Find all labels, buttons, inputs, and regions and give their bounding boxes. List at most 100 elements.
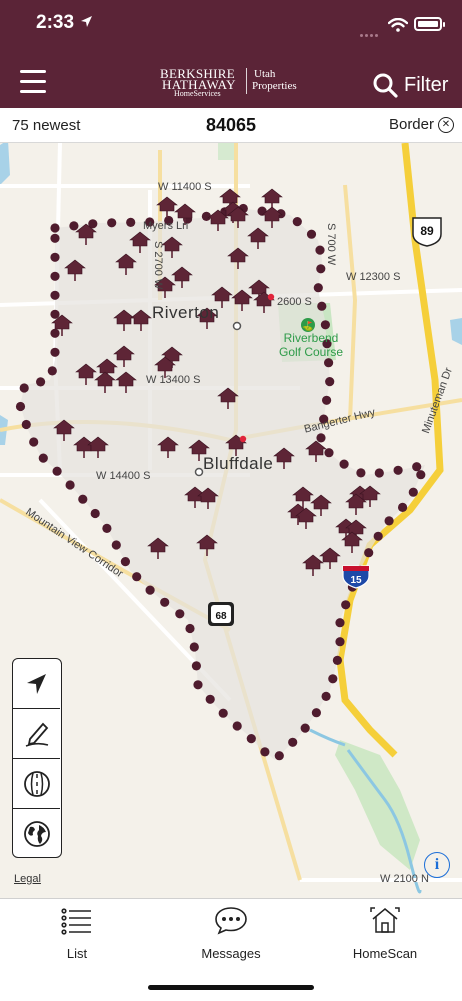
boundary-dot [341, 600, 351, 610]
listing-marker[interactable] [157, 436, 179, 458]
boundary-dot [52, 466, 62, 476]
app-header: 2:33 BERKSHIRE HATHAWAY HomeServices Uta… [0, 0, 462, 108]
boundary-dot [38, 453, 48, 463]
tab-list-label: List [66, 946, 88, 961]
boundary-dot [69, 221, 79, 231]
status-bar: 2:33 [0, 0, 462, 50]
listing-marker[interactable] [217, 387, 239, 409]
listing-marker[interactable] [247, 227, 269, 249]
listing-marker[interactable] [129, 231, 151, 253]
poi-label-golf-course: Riverbend Golf Course [278, 331, 344, 359]
menu-button[interactable] [20, 70, 46, 93]
listing-marker[interactable] [147, 537, 169, 559]
boundary-dot [50, 233, 60, 243]
boundary-dot [189, 642, 199, 652]
listing-marker[interactable] [231, 289, 253, 311]
listing-marker[interactable] [115, 253, 137, 275]
listing-marker[interactable] [53, 419, 75, 441]
map-view[interactable]: 89 15 68 ⛳ W 11400 S Myers Ln S 700 W S … [0, 143, 462, 898]
close-icon[interactable]: ✕ [438, 116, 454, 133]
listing-marker[interactable] [87, 436, 109, 458]
locate-button[interactable] [13, 659, 60, 709]
boundary-dot [102, 523, 112, 534]
boundary-dot [322, 395, 332, 405]
listing-marker[interactable] [302, 554, 324, 576]
listing-marker[interactable] [341, 531, 363, 553]
boundary-dot [373, 531, 383, 541]
house-scan-icon [370, 907, 400, 933]
listing-marker[interactable] [130, 309, 152, 331]
filter-button[interactable]: Filter [372, 70, 448, 100]
newest-count[interactable]: 75 newest [12, 117, 80, 134]
listing-marker[interactable] [64, 259, 86, 281]
boundary-dot [306, 229, 317, 239]
boundary-dot [316, 433, 326, 443]
brand-logo: BERKSHIRE HATHAWAY HomeServices Utah Pro… [160, 66, 297, 98]
listing-marker[interactable] [75, 363, 97, 385]
boundary-dot [21, 419, 31, 430]
boundary-dots [15, 203, 426, 761]
boundary-dot [50, 290, 60, 300]
tab-homescan[interactable]: HomeScan [325, 905, 445, 961]
locate-icon [26, 673, 46, 694]
boundary-dot [50, 309, 60, 319]
chat-bubble-icon [215, 907, 247, 935]
boundary-dot [175, 609, 185, 619]
tab-messages-label: Messages [201, 946, 261, 961]
boundary-dot [393, 465, 403, 475]
boundary-dot [107, 218, 117, 228]
globe-button[interactable] [13, 809, 60, 858]
svg-text:68: 68 [215, 611, 227, 622]
road-label-w2100n: W 2100 N [380, 873, 429, 885]
listing-marker[interactable] [115, 371, 137, 393]
boundary-dot [50, 328, 60, 338]
tab-messages[interactable]: Messages [171, 905, 291, 961]
listing-marker[interactable] [292, 486, 314, 508]
boundary-dot [50, 271, 60, 281]
map-style-icon [23, 770, 50, 797]
boundary-dot [15, 401, 26, 412]
listing-marker[interactable] [273, 447, 295, 469]
boundary-dot [90, 508, 100, 519]
boundary-dot [321, 691, 331, 702]
listing-marker[interactable] [197, 487, 219, 509]
listing-marker[interactable] [227, 247, 249, 269]
draw-button[interactable] [13, 709, 60, 759]
listing-marker[interactable] [196, 534, 218, 556]
boundary-dot [78, 494, 88, 504]
boundary-dot [356, 468, 366, 478]
listing-marker[interactable] [161, 236, 183, 258]
listing-marker[interactable] [113, 309, 135, 331]
city-label-riverton: Riverton [152, 303, 220, 322]
home-indicator [148, 985, 314, 990]
tab-list[interactable]: List [17, 905, 137, 961]
map-style-button[interactable] [13, 759, 60, 809]
boundary-dot [36, 377, 46, 387]
listing-marker[interactable] [113, 345, 135, 367]
boundary-dot [374, 468, 384, 478]
legal-link[interactable]: Legal [14, 873, 41, 885]
i15-shield-icon: 15 [342, 565, 370, 589]
road-label-w14400: W 14400 S [96, 470, 151, 482]
listing-marker[interactable] [305, 440, 327, 462]
boundary-dot [193, 680, 203, 690]
zip-code: 84065 [205, 115, 257, 135]
boundary-dot [300, 723, 310, 733]
info-button[interactable]: i [424, 852, 450, 878]
boundary-dot [292, 217, 302, 227]
listing-marker[interactable] [310, 494, 332, 516]
border-toggle[interactable]: Border ✕ [389, 116, 454, 133]
listing-marker[interactable] [94, 371, 116, 393]
new-listing-badge [239, 435, 247, 443]
boundary-dot [132, 572, 142, 582]
listing-marker[interactable] [319, 547, 341, 569]
road-label-w12300: W 12300 S [346, 271, 401, 283]
boundary-dot [120, 557, 130, 567]
boundary-dot [50, 347, 60, 357]
boundary-dot [320, 320, 330, 330]
listing-marker[interactable] [156, 196, 178, 218]
boundary-dot [218, 708, 228, 718]
map-overlay: 89 15 68 ⛳ [15, 188, 442, 761]
road-label-12600: 2600 S [277, 296, 312, 308]
globe-icon [23, 820, 50, 847]
